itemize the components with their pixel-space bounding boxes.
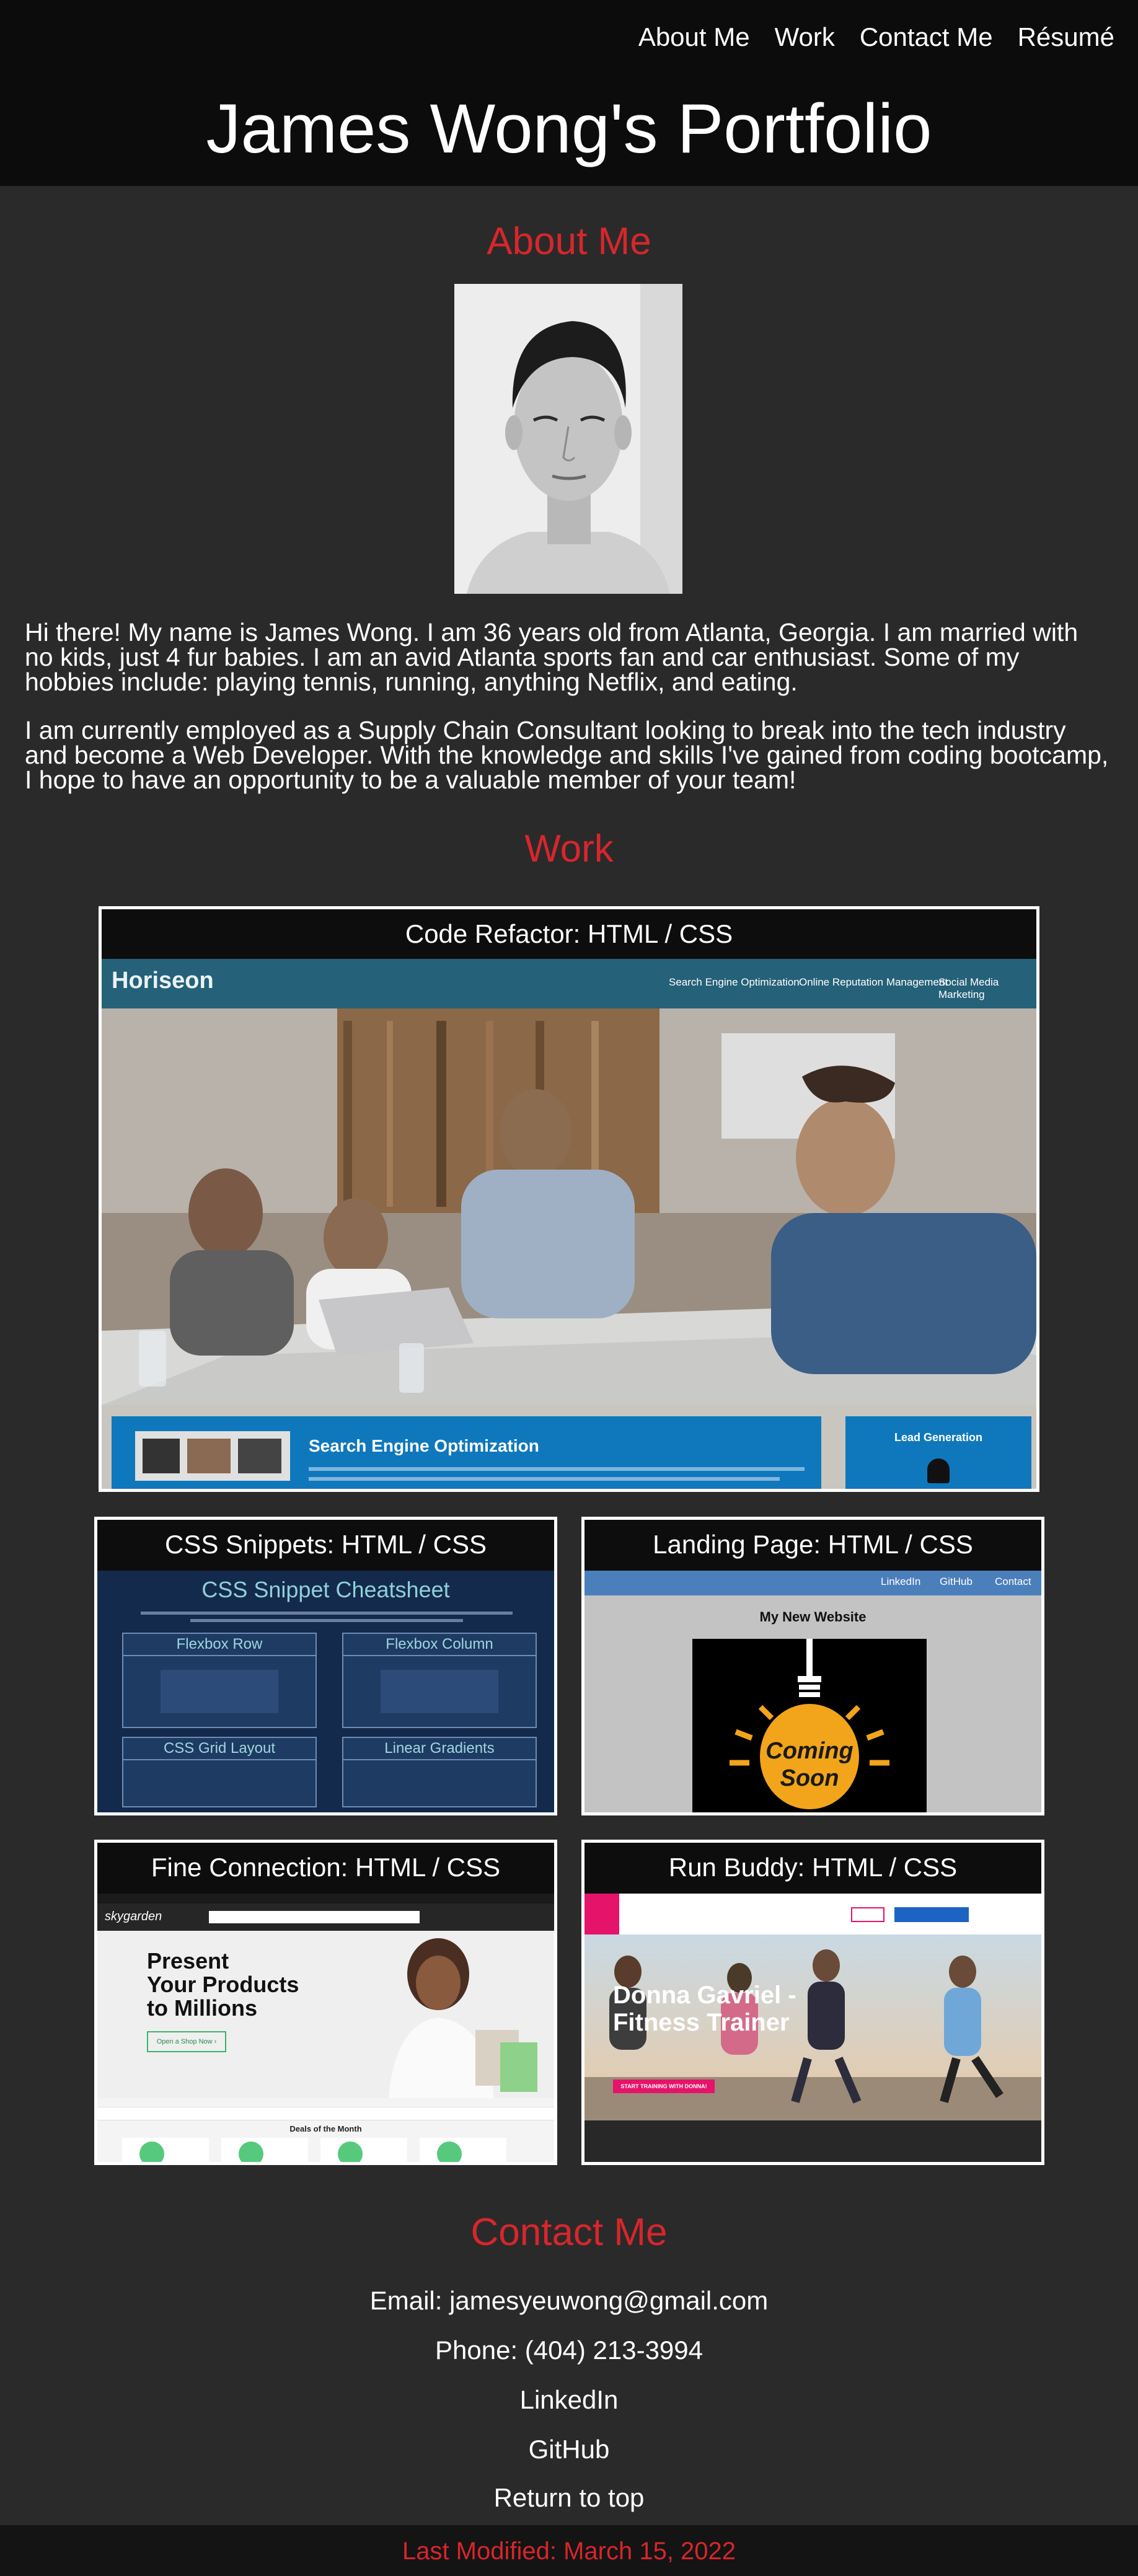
preview-box-title: Linear Gradients — [343, 1738, 536, 1760]
project-screenshot: CSS Snippet Cheatsheet Flexbox Row Flexb… — [97, 1571, 554, 1812]
preview-box-title: Flexbox Column — [343, 1634, 536, 1656]
coming-soon-image: Coming Soon — [692, 1639, 927, 1812]
coming-soon-line-2: Soon — [780, 1765, 839, 1791]
preview-hero-line-2: Fitness Trainer — [613, 2009, 790, 2036]
main-nav: About Me Work Contact Me Résumé — [638, 19, 1114, 56]
project-card-run-buddy[interactable]: Run Buddy: HTML / CSS Donna Gavriel - Fi… — [581, 1840, 1044, 2165]
preview-brand: Horiseon — [112, 968, 214, 994]
preview-cta-button: START TRAINING WITH DONNA! — [613, 2080, 715, 2093]
project-screenshot: skygarden Present Your Products to Milli… — [97, 1894, 554, 2162]
preview-brand: skygarden — [105, 1910, 162, 1923]
contact-linkedin-link[interactable]: LinkedIn — [0, 2381, 1138, 2419]
preview-headline-3: to Millions — [147, 1995, 257, 2021]
contact-email-link[interactable]: Email: jamesyeuwong@gmail.com — [0, 2282, 1138, 2319]
project-title: Run Buddy: HTML / CSS — [668, 1853, 958, 1882]
return-to-top-link[interactable]: Return to top — [0, 2479, 1138, 2516]
project-screenshot: Horiseon Search Engine Optimization Onli… — [102, 959, 1036, 1489]
preview-headline-1: Present — [147, 1948, 229, 1974]
contact-phone: Phone: (404) 213-3994 — [435, 2336, 703, 2365]
project-title: Code Refactor: HTML / CSS — [405, 919, 733, 948]
site-header: About Me Work Contact Me Résumé James Wo… — [0, 0, 1138, 186]
project-screenshot: Donna Gavriel - Fitness Trainer START TR… — [584, 1894, 1041, 2162]
site-title: James Wong's Portfolio — [206, 90, 932, 167]
project-card-code-refactor[interactable]: Code Refactor: HTML / CSS Horiseon Searc… — [99, 906, 1039, 1492]
preview-hero-model — [389, 1938, 537, 2098]
preview-heading: My New Website — [759, 1609, 867, 1625]
work-heading: Work — [524, 827, 614, 870]
project-card-landing-page[interactable]: Landing Page: HTML / CSS LinkedIn GitHub… — [581, 1517, 1044, 1815]
nav-resume-link[interactable]: Résumé — [1018, 19, 1114, 56]
project-title: Landing Page: HTML / CSS — [653, 1530, 973, 1559]
preview-nav-item: LinkedIn — [881, 1576, 921, 1587]
preview-nav-item: GitHub — [940, 1576, 973, 1587]
site-footer: Last Modified: March 15, 2022 — [0, 2525, 1138, 2576]
profile-photo — [454, 284, 682, 594]
preview-box-title: Flexbox Row — [123, 1634, 315, 1656]
preview-hero-image — [102, 1008, 1036, 1405]
preview-nav-item: Online Reputation Management — [799, 976, 948, 988]
preview-section-title: Search Engine Optimization — [309, 1436, 539, 1455]
preview-headline-2: Your Products — [147, 1972, 299, 1997]
nav-work-link[interactable]: Work — [775, 19, 835, 56]
bio-paragraph-1: Hi there! My name is James Wong. I am 36… — [25, 618, 1078, 696]
project-screenshot: LinkedIn GitHub Contact My New Website C… — [584, 1571, 1041, 1812]
preview-heading: CSS Snippet Cheatsheet — [201, 1577, 450, 1602]
preview-nav-item: Contact — [995, 1576, 1031, 1587]
preview-side-title: Lead Generation — [894, 1431, 983, 1444]
preview-nav-item: Social Media Marketing — [938, 976, 999, 1000]
preview-deals-title: Deals of the Month — [289, 2124, 362, 2133]
nav-contact-link[interactable]: Contact Me — [860, 19, 993, 56]
preview-shop-button: Open a Shop Now › — [147, 2031, 226, 2052]
bio-paragraph-2: I am currently employed as a Supply Chai… — [25, 716, 1109, 794]
about-heading: About Me — [487, 220, 651, 263]
coming-soon-line-1: Coming — [765, 1738, 854, 1764]
preview-nav-item: Search Engine Optimization — [669, 976, 800, 988]
project-title: CSS Snippets: HTML / CSS — [165, 1530, 487, 1559]
preview-hero-line-1: Donna Gavriel - — [613, 1982, 796, 2009]
project-card-fine-connection[interactable]: Fine Connection: HTML / CSS skygarden Pr… — [94, 1840, 557, 2165]
project-card-css-snippets[interactable]: CSS Snippets: HTML / CSS CSS Snippet Che… — [94, 1517, 557, 1815]
preview-box-title: CSS Grid Layout — [123, 1738, 315, 1760]
last-modified-text: Last Modified: March 15, 2022 — [402, 2538, 736, 2565]
contact-heading: Contact Me — [470, 2211, 668, 2254]
nav-about-link[interactable]: About Me — [638, 19, 750, 56]
project-title: Fine Connection: HTML / CSS — [151, 1853, 501, 1882]
contact-github-link[interactable]: GitHub — [0, 2431, 1138, 2468]
